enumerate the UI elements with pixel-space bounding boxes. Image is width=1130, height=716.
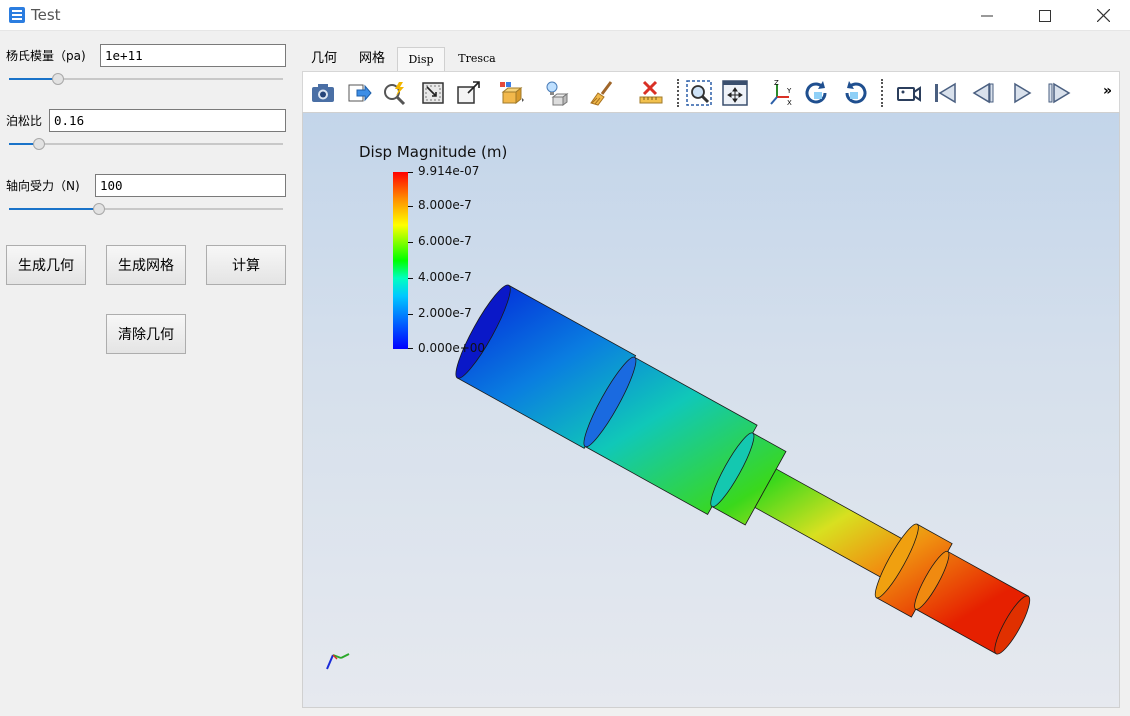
tab-disp[interactable]: Disp [397, 47, 445, 71]
axial-force-label: 轴向受力（N) [6, 179, 80, 193]
slider-handle[interactable] [93, 203, 106, 215]
rotate-ccw-icon [845, 81, 867, 104]
reset-camera-icon [722, 80, 748, 106]
svg-text:X: X [787, 99, 792, 107]
rotate-counterclockwise-button[interactable] [839, 77, 871, 109]
last-frame-icon [1048, 82, 1071, 104]
legend-tick-min: 0.000e+00 [418, 341, 486, 355]
camera-record-icon [897, 86, 921, 102]
toolbar: ZYX » [302, 71, 1120, 113]
light-button[interactable] [541, 77, 573, 109]
reset-camera-button[interactable] [719, 77, 751, 109]
toolbar-separator [881, 79, 883, 107]
previous-frame-icon [972, 82, 994, 104]
app-icon [9, 7, 25, 23]
select-cells-icon [422, 82, 444, 104]
axial-force-input[interactable] [95, 174, 286, 197]
poisson-ratio-slider[interactable] [9, 137, 283, 151]
first-frame-icon [935, 82, 956, 104]
play-icon [1014, 82, 1032, 104]
export-icon [348, 84, 372, 102]
light-icon [546, 81, 569, 106]
rotate-clockwise-button[interactable] [801, 77, 833, 109]
legend-tick: 2.000e-7 [418, 306, 472, 320]
zoom-to-box-button[interactable] [683, 77, 715, 109]
poisson-ratio-label: 泊松比 [6, 114, 43, 128]
play-button[interactable] [1005, 77, 1037, 109]
maximize-icon [1039, 9, 1051, 22]
youngs-modulus-label: 杨氏模量（pa) [6, 49, 86, 63]
slider-handle[interactable] [33, 138, 46, 150]
slider-handle[interactable] [52, 73, 65, 85]
probe-icon [384, 82, 406, 106]
axial-force-slider[interactable] [9, 202, 283, 216]
last-frame-button[interactable] [1043, 77, 1075, 109]
camera-icon [312, 84, 334, 102]
color-bar [393, 172, 408, 349]
clear-geometry-button[interactable]: 清除几何 [106, 314, 186, 354]
tab-mesh[interactable]: 网格 [350, 47, 394, 71]
legend-tick-max: 9.914e-07 [418, 164, 480, 178]
brush-icon [590, 81, 613, 106]
record-camera-button[interactable] [893, 77, 925, 109]
youngs-modulus-slider[interactable] [9, 72, 283, 86]
minimize-icon [981, 15, 993, 16]
export-button[interactable] [343, 77, 375, 109]
title-bar: Test [0, 0, 1130, 31]
svg-text:Y: Y [786, 87, 792, 95]
generate-geometry-button[interactable]: 生成几何 [6, 245, 86, 285]
probe-button[interactable] [379, 77, 411, 109]
legend-tick: 8.000e-7 [418, 198, 472, 212]
select-cells-button[interactable] [417, 77, 449, 109]
tab-tresca[interactable]: Tresca [450, 47, 504, 71]
axes-icon: ZYX [770, 79, 792, 107]
poisson-ratio-input[interactable] [49, 109, 286, 132]
legend-tick: 4.000e-7 [418, 270, 472, 284]
select-points-button[interactable] [453, 77, 485, 109]
first-frame-button[interactable] [929, 77, 961, 109]
select-points-icon [457, 81, 480, 104]
orientation-axes-icon [326, 653, 350, 670]
maximize-button[interactable] [1022, 0, 1068, 31]
tab-geometry[interactable]: 几何 [304, 47, 344, 71]
legend-tick: 6.000e-7 [418, 234, 472, 248]
axes-button[interactable]: ZYX [765, 77, 797, 109]
select-block-button[interactable] [495, 77, 527, 109]
render-viewport[interactable]: Disp Magnitude (m) 9.914e-07 8.000e-7 6.… [303, 113, 1119, 707]
close-icon [1096, 9, 1110, 22]
zoom-to-box-icon [686, 80, 712, 106]
generate-mesh-button[interactable]: 生成网格 [106, 245, 186, 285]
clear-selection-button[interactable] [635, 77, 667, 109]
clear-selection-icon [639, 80, 663, 104]
close-button[interactable] [1080, 0, 1126, 31]
legend-title: Disp Magnitude (m) [359, 143, 508, 161]
toolbar-separator [677, 79, 679, 107]
paint-button[interactable] [587, 77, 619, 109]
previous-frame-button[interactable] [967, 77, 999, 109]
select-block-icon [500, 82, 524, 105]
compute-button[interactable]: 计算 [206, 245, 286, 285]
youngs-modulus-input[interactable] [100, 44, 286, 67]
screenshot-button[interactable] [307, 77, 339, 109]
window-title: Test [31, 6, 61, 24]
svg-text:Z: Z [774, 79, 779, 87]
minimize-button[interactable] [964, 0, 1010, 31]
more-tools-icon[interactable]: » [1103, 83, 1112, 99]
rotate-cw-icon [805, 81, 827, 104]
